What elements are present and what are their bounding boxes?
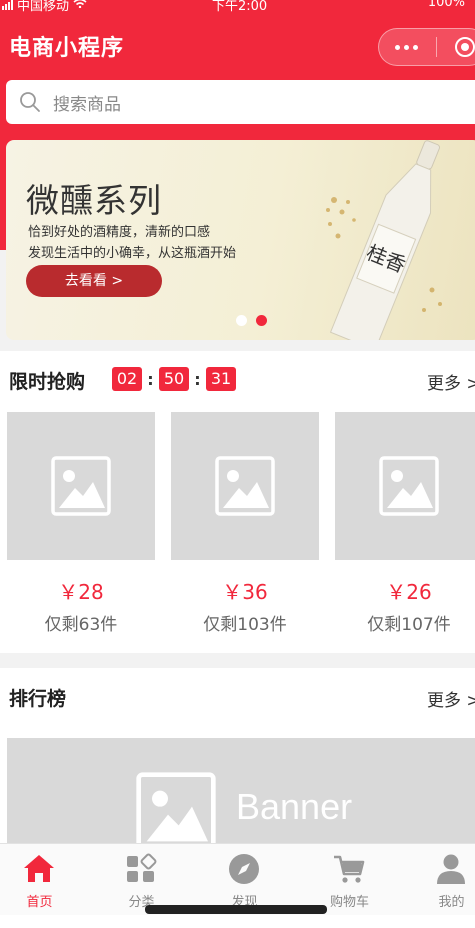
timer-seconds: 31 bbox=[206, 367, 236, 391]
signal-icon bbox=[2, 0, 13, 10]
image-placeholder-icon bbox=[136, 772, 216, 852]
category-icon bbox=[127, 853, 157, 882]
product-image bbox=[171, 412, 319, 560]
tab-profile[interactable]: 我的 bbox=[404, 844, 475, 915]
banner-pagination bbox=[236, 315, 267, 326]
product-card[interactable]: ￥26 仅剩107件 bbox=[335, 412, 475, 635]
pagination-dot[interactable] bbox=[236, 315, 247, 326]
image-placeholder-icon bbox=[215, 456, 275, 516]
home-indicator bbox=[145, 905, 327, 914]
product-image bbox=[7, 412, 155, 560]
product-stock: 仅剩103件 bbox=[203, 615, 287, 635]
flash-sale-more-link[interactable]: 更多 > bbox=[427, 369, 475, 394]
pagination-dot[interactable] bbox=[256, 315, 267, 326]
banner-placeholder-text: Banner bbox=[236, 786, 353, 827]
timer-colon: : bbox=[194, 369, 201, 389]
compass-icon bbox=[229, 854, 259, 884]
flash-sale-title: 限时抢购 bbox=[9, 371, 86, 393]
search-input[interactable]: 搜索商品 bbox=[6, 80, 475, 124]
tab-label: 首页 bbox=[26, 895, 53, 910]
status-left: 中国移动 bbox=[2, 0, 87, 14]
more-dots-icon[interactable] bbox=[395, 45, 418, 50]
timer-minutes: 50 bbox=[159, 367, 189, 391]
promo-banner[interactable]: 微醺系列 恰到好处的酒精度，清新的口感 发现生活中的小确幸，从这瓶酒开始 去看看… bbox=[6, 140, 475, 340]
status-time: 下午2:00 bbox=[212, 0, 268, 14]
product-image bbox=[335, 412, 475, 560]
ranking-title: 排行榜 bbox=[9, 688, 67, 710]
flash-sale-section: 限时抢购 02 : 50 : 31 更多 > ￥28 仅剩63件 ￥36 仅剩1… bbox=[0, 351, 475, 653]
product-price: ￥36 bbox=[222, 580, 268, 604]
image-placeholder-icon bbox=[379, 456, 439, 516]
product-card[interactable]: ￥36 仅剩103件 bbox=[171, 412, 319, 635]
product-stock: 仅剩107件 bbox=[367, 615, 451, 635]
search-icon bbox=[20, 92, 40, 112]
image-placeholder-icon bbox=[51, 456, 111, 516]
target-icon[interactable] bbox=[455, 37, 475, 57]
tab-label: 我的 bbox=[438, 895, 465, 910]
home-icon bbox=[24, 855, 54, 882]
timer-hours: 02 bbox=[112, 367, 142, 391]
product-card[interactable]: ￥28 仅剩63件 bbox=[7, 412, 155, 635]
battery-label: 100% bbox=[427, 0, 465, 10]
timer-colon: : bbox=[147, 369, 154, 389]
banner-text-line-1: 恰到好处的酒精度，清新的口感 bbox=[28, 225, 211, 240]
product-price: ￥28 bbox=[58, 580, 104, 604]
page-title: 电商小程序 bbox=[9, 36, 125, 61]
tab-home[interactable]: 首页 bbox=[0, 844, 87, 915]
banner-title: 微醺系列 bbox=[26, 181, 162, 220]
search-placeholder: 搜索商品 bbox=[53, 94, 121, 115]
ranking-more-link[interactable]: 更多 > bbox=[427, 686, 475, 711]
status-bar: 中国移动 下午2:00 100% bbox=[0, 0, 475, 14]
banner-go-button[interactable]: 去看看 > bbox=[26, 265, 162, 297]
user-icon bbox=[437, 854, 465, 884]
carrier-label: 中国移动 bbox=[17, 0, 70, 14]
mini-program-capsule bbox=[378, 28, 475, 66]
cart-icon bbox=[334, 855, 365, 883]
countdown-timer: 02 : 50 : 31 bbox=[112, 367, 236, 391]
product-stock: 仅剩63件 bbox=[44, 615, 118, 635]
capsule-divider bbox=[436, 37, 437, 57]
wine-bottle-image: 桂香 bbox=[326, 140, 442, 340]
banner-text-line-2: 发现生活中的小确幸，从这瓶酒开始 bbox=[28, 246, 237, 261]
product-price: ￥26 bbox=[386, 580, 432, 604]
wifi-icon bbox=[73, 0, 87, 12]
